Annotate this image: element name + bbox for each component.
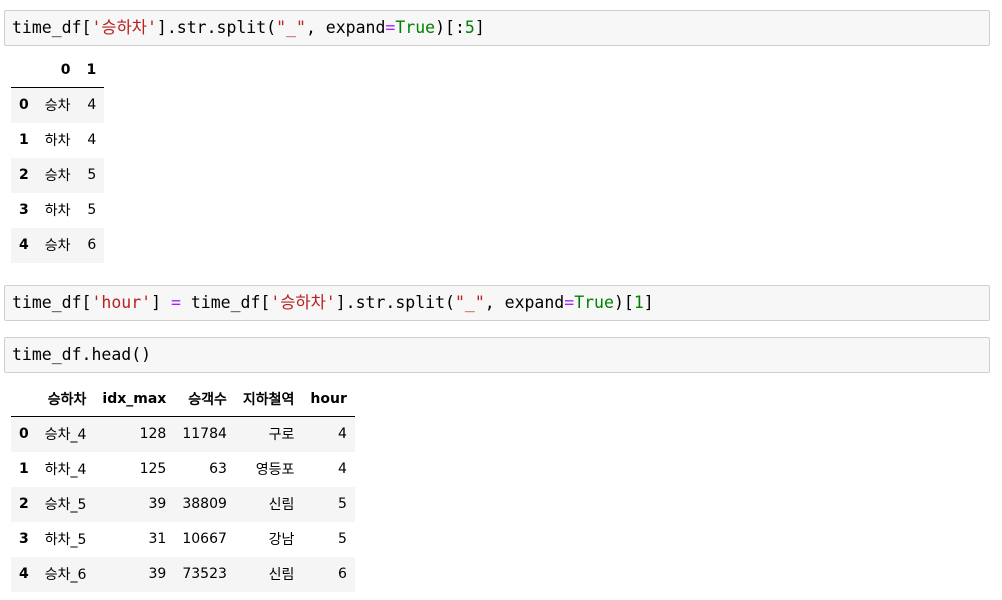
table-cell: 4: [87, 97, 97, 114]
table-cell: 10667: [182, 531, 227, 547]
code-token: "_": [276, 18, 306, 37]
row-index: 4: [19, 237, 29, 253]
table-cell: 승차: [44, 98, 71, 115]
table-cell: 승차_5: [44, 497, 87, 513]
table-cell: 승차_4: [44, 427, 87, 444]
table-cell: 125: [139, 461, 167, 477]
code-token: )[: [613, 293, 634, 312]
table-header-row: 01: [11, 53, 105, 88]
index-header: [11, 53, 37, 88]
table-cell: 73523: [182, 566, 227, 582]
code-token: ].str.split(: [156, 18, 277, 37]
table-cell: 하차_4: [44, 462, 87, 478]
column-header: 지하철역: [234, 382, 303, 417]
code-token: ]: [474, 18, 485, 37]
table-cell: 신림: [268, 497, 295, 513]
code-token: 'hour': [91, 293, 152, 312]
table-cell: 6: [337, 566, 347, 582]
code-cell-head[interactable]: time_df.head(): [4, 337, 990, 373]
row-index: 0: [19, 97, 29, 114]
table-cell: 5: [337, 496, 347, 512]
code-token: '승하차': [91, 18, 157, 37]
table-cell: 하차: [44, 133, 71, 149]
table-cell: 5: [87, 167, 97, 183]
table-cell: 38809: [182, 496, 227, 512]
column-header: hour: [302, 382, 355, 417]
code-cell-assign-hour[interactable]: time_df['hour'] = time_df['승하차'].str.spl…: [4, 285, 990, 321]
table-row: 0 승차 4: [11, 87, 105, 123]
column-header: 승하차: [36, 382, 95, 417]
table-cell: 31: [148, 531, 167, 547]
row-index: 2: [19, 167, 29, 183]
row-index: 0: [19, 426, 29, 443]
table-row: 1 하차 4: [11, 123, 104, 158]
code-token: =: [564, 293, 575, 312]
output-table-split: 01 0 승차 4 1 하차 4 2 승차 5 3 하차 5 4 승차 6: [11, 53, 105, 263]
row-index: 3: [19, 531, 29, 547]
table-row: 4 승차_6 39 73523 신림 6: [11, 556, 355, 592]
column-header: 1: [78, 53, 105, 88]
table-cell: 영등포: [255, 462, 295, 478]
table-cell: 5: [337, 531, 347, 547]
code-token: time_df.head(): [12, 345, 152, 364]
code-token: time_df[: [12, 293, 92, 312]
code-token: , expand: [305, 18, 386, 37]
table-cell: 하차: [44, 203, 71, 219]
column-header: 0: [36, 53, 79, 88]
code-token: )[:: [435, 18, 465, 37]
code-token: True: [574, 293, 614, 312]
table-cell: 128: [139, 426, 167, 443]
code-token: 5: [464, 18, 475, 37]
code-cell-split-preview[interactable]: time_df['승하차'].str.split("_", expand=Tru…: [4, 10, 990, 46]
table-cell: 4: [337, 461, 347, 477]
table-cell: 신림: [268, 567, 295, 583]
table-row: 1 하차_4 125 63 영등포 4: [11, 452, 355, 487]
column-header: idx_max: [94, 382, 175, 417]
table-cell: 5: [87, 202, 97, 218]
code-token: =: [385, 18, 396, 37]
table-header-row: 승하차 idx_max 승객수 지하철역 hour: [11, 382, 355, 417]
table-cell: 39: [148, 496, 167, 512]
table-cell: 하차_5: [44, 532, 87, 548]
table-row: 2 승차 5: [11, 157, 105, 193]
code-token: time_df[: [180, 293, 271, 312]
table-row: 2 승차_5 39 38809 신림 5: [11, 486, 355, 522]
table-cell: 4: [87, 132, 97, 148]
code-token: '승하차': [270, 293, 336, 312]
table-cell: 4: [337, 426, 347, 443]
code-token: ]: [643, 293, 654, 312]
table-row: 0 승차_4 128 11784 구로 4: [11, 416, 355, 452]
row-index: 1: [19, 461, 29, 477]
table-row: 3 하차_5 31 10667 강남 5: [11, 522, 355, 557]
table-cell: 승차_6: [44, 567, 87, 583]
row-index: 4: [19, 566, 29, 582]
column-header: 승객수: [174, 382, 235, 417]
code-token: time_df[: [12, 18, 92, 37]
code-token: "_": [454, 293, 485, 312]
row-index: 1: [19, 132, 29, 148]
table-cell: 구로: [268, 427, 295, 444]
row-index: 2: [19, 496, 29, 512]
index-header: [11, 382, 37, 417]
table-cell: 승차: [44, 238, 71, 254]
table-cell: 승차: [44, 168, 71, 184]
table-cell: 39: [148, 566, 167, 582]
output-table-head: 승하차 idx_max 승객수 지하철역 hour 0 승차_4 128 11784 구로 4 1 하…: [11, 382, 355, 592]
code-token: True: [395, 18, 436, 37]
table-cell: 11784: [182, 426, 227, 443]
code-token: 1: [633, 293, 644, 312]
row-index: 3: [19, 202, 29, 218]
table-row: 4 승차 6: [11, 227, 105, 263]
code-token: =: [170, 293, 181, 312]
table-cell: 63: [209, 461, 227, 477]
table-row: 3 하차 5: [11, 193, 104, 228]
table-cell: 강남: [268, 532, 295, 548]
code-token: , expand: [484, 293, 565, 312]
code-token: ]: [151, 293, 171, 312]
code-token: ].str.split(: [335, 293, 455, 312]
table-cell: 6: [87, 237, 97, 253]
